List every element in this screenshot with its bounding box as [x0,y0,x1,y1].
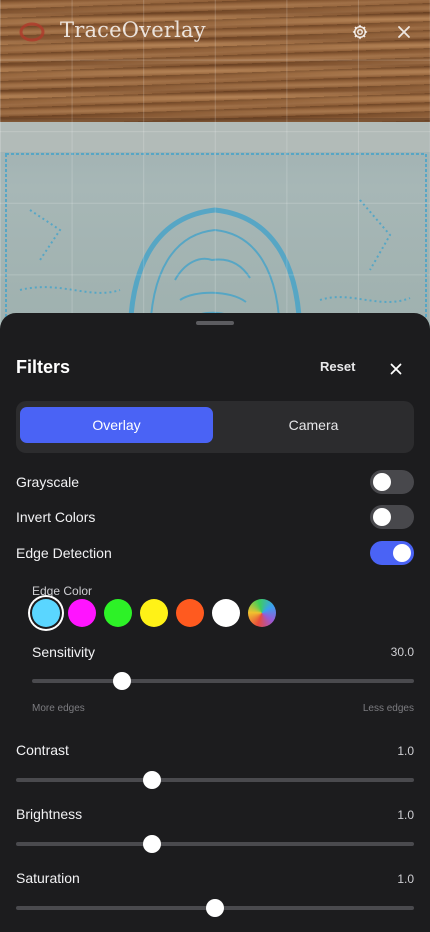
close-icon [390,363,402,375]
slider-track [16,842,414,846]
grayscale-label: Grayscale [16,474,80,490]
edge-detection-toggle[interactable] [370,541,414,565]
sheet-title: Filters [16,357,71,377]
app-top-bar: TraceOverlay [0,0,430,64]
tab-camera[interactable]: Camera [217,407,410,443]
slider-thumb[interactable] [143,835,162,853]
toggle-knob [393,544,411,562]
sensitivity-label: Sensitivity [32,644,96,660]
swatch-white[interactable] [212,599,240,627]
contrast-label: Contrast [16,742,69,758]
saturation-label: Saturation [16,870,80,886]
settings-button[interactable] [348,20,372,44]
swatch-gradient[interactable] [248,599,276,627]
edge-detection-row: Edge Detection [16,541,414,565]
mode-segmented-control: Overlay Camera [16,401,414,453]
slider-thumb[interactable] [113,672,132,690]
grayscale-toggle[interactable] [370,470,414,494]
slider-track [16,778,414,782]
swatch-magenta[interactable] [68,599,96,627]
close-icon [398,26,410,38]
more-edges-hint: More edges [32,703,85,714]
sheet-drag-handle[interactable] [196,321,234,325]
trace-logo-icon [19,22,45,42]
contrast-slider[interactable] [16,771,414,789]
edge-detection-label: Edge Detection [16,545,112,561]
swatch-green[interactable] [104,599,132,627]
slider-thumb[interactable] [206,899,224,917]
invert-colors-toggle[interactable] [370,505,414,529]
tab-overlay[interactable]: Overlay [20,407,213,443]
toggle-knob [373,473,391,491]
invert-colors-row: Invert Colors [16,505,414,529]
app-title: TraceOverlay [60,18,206,42]
swatch-cyan[interactable] [32,599,60,627]
slider-track [32,679,414,683]
brightness-value: 1.0 [397,808,414,822]
swatch-yellow[interactable] [140,599,168,627]
grayscale-row: Grayscale [16,470,414,494]
close-overlay-button[interactable] [392,20,416,44]
less-edges-hint: Less edges [362,703,414,714]
sensitivity-value: 30.0 [390,645,414,659]
invert-colors-label: Invert Colors [16,509,96,525]
saturation-slider[interactable] [16,899,414,917]
reset-button[interactable]: Reset [320,359,355,374]
slider-thumb[interactable] [143,771,162,789]
saturation-value: 1.0 [397,872,414,886]
swatch-orange[interactable] [176,599,204,627]
gear-icon [352,24,368,40]
brightness-slider[interactable] [16,835,414,853]
filters-sheet: Filters Reset Overlay Camera Grayscale I… [0,313,430,932]
toggle-knob [373,508,391,526]
edge-color-label: Edge Color [32,584,93,598]
sensitivity-slider[interactable] [32,672,414,690]
brightness-label: Brightness [16,806,83,822]
contrast-value: 1.0 [397,744,414,758]
close-sheet-button[interactable] [384,357,408,381]
